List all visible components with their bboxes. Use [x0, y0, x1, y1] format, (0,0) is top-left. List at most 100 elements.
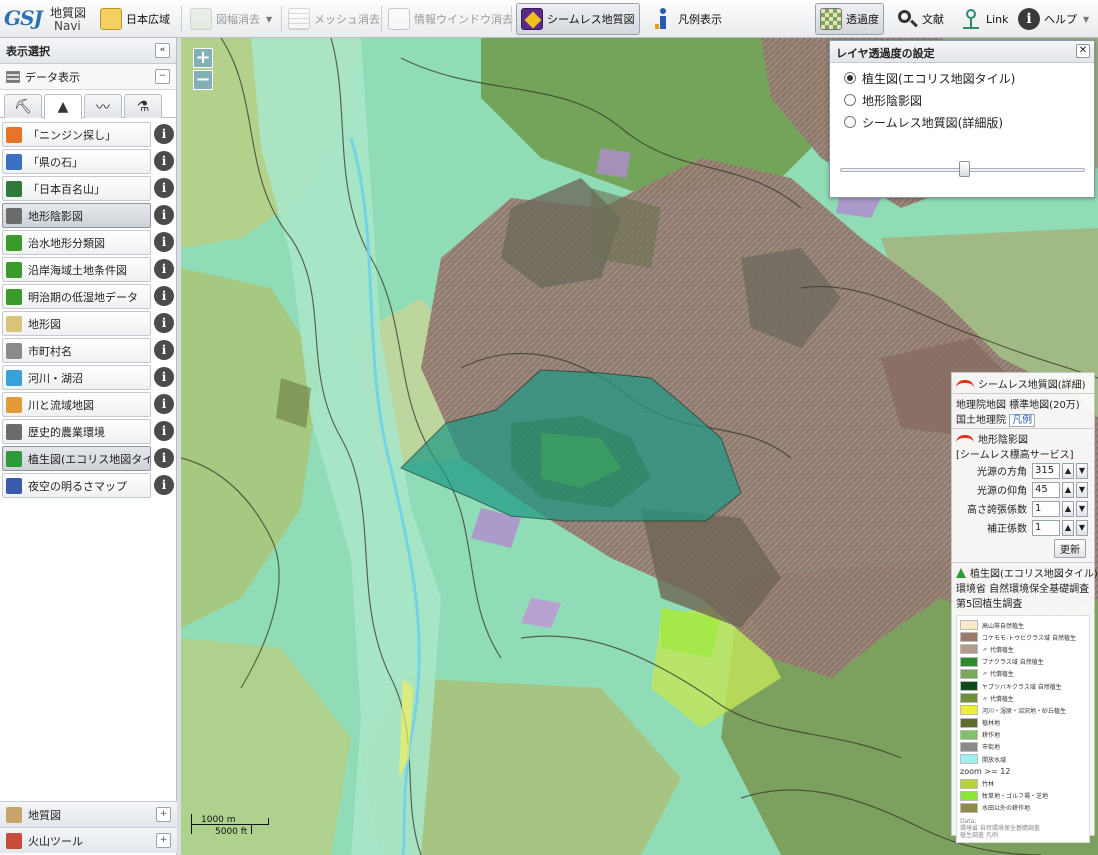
- info-icon[interactable]: i: [154, 151, 174, 171]
- layers-icon: [6, 70, 20, 83]
- info-icon[interactable]: i: [154, 394, 174, 414]
- tab-lab[interactable]: ⚗: [124, 94, 162, 118]
- tab-terrain[interactable]: ▲: [44, 94, 82, 119]
- layer-icon: [6, 396, 22, 413]
- layer-radio-option[interactable]: 地形陰影図: [830, 89, 1094, 111]
- link-button[interactable]: Link: [956, 3, 1013, 35]
- param-input[interactable]: 1: [1032, 500, 1060, 517]
- legend-link[interactable]: 凡例: [1009, 414, 1036, 427]
- layer-item: 植生図(エコリス地図タイル) i: [2, 446, 174, 471]
- collapse-data-display-button[interactable]: −: [155, 69, 170, 84]
- layer-toggle-button[interactable]: 治水地形分類図: [2, 230, 151, 255]
- decrement-arrow-icon[interactable]: ▼: [1076, 519, 1088, 536]
- info-window-erase-button[interactable]: 情報ウインドウ消去: [384, 3, 517, 35]
- layer-label: 市町村名: [28, 344, 72, 358]
- layer-toggle-button[interactable]: 河川・湖沼: [2, 365, 151, 390]
- legend-row: ブナクラス域 自然植生: [960, 656, 1086, 668]
- help-menu-button[interactable]: i ヘルプ ▼: [1014, 3, 1093, 35]
- close-icon[interactable]: ✕: [1076, 44, 1090, 58]
- transparency-icon: [820, 8, 842, 30]
- scale-bar: 1000 m 5000 ft: [191, 814, 281, 844]
- info-icon[interactable]: i: [154, 178, 174, 198]
- layer-toggle-button[interactable]: 沿岸海域土地条件図: [2, 257, 151, 282]
- layer-toggle-button[interactable]: 歴史的農業環境: [2, 419, 151, 444]
- toolbar-separator: [381, 6, 382, 32]
- param-input[interactable]: 315: [1032, 462, 1060, 479]
- sidebar-section-geology[interactable]: 地質図 +: [0, 801, 177, 827]
- info-icon[interactable]: i: [154, 232, 174, 252]
- layer-toggle-button[interactable]: 市町村名: [2, 338, 151, 363]
- opacity-slider-thumb[interactable]: [959, 161, 970, 177]
- top-toolbar: GSJ 地質図 Navi 日本広域 図幅消去 ▼ メッシュ消去 情報ウインドウ消…: [0, 0, 1098, 38]
- expand-geology-button[interactable]: +: [156, 807, 171, 822]
- tab-graph[interactable]: 〰: [84, 94, 122, 118]
- sidebar-section-volcano-tools[interactable]: 火山ツール +: [0, 827, 177, 853]
- increment-arrow-icon[interactable]: ▲: [1062, 481, 1074, 498]
- japan-map-icon: [100, 8, 122, 30]
- legend-swatch: [960, 778, 978, 789]
- layer-toggle-button[interactable]: 明治期の低湿地データ: [2, 284, 151, 309]
- radio-button[interactable]: [844, 72, 856, 84]
- layer-toggle-button[interactable]: 「ニンジン探し」: [2, 122, 151, 147]
- radio-label: 植生図(エコリス地図タイル): [862, 71, 1016, 86]
- info-icon[interactable]: i: [154, 286, 174, 306]
- increment-arrow-icon[interactable]: ▲: [1062, 519, 1074, 536]
- increment-arrow-icon[interactable]: ▲: [1062, 500, 1074, 517]
- radio-button[interactable]: [844, 116, 856, 128]
- layer-toggle-button[interactable]: 川と流域地図: [2, 392, 151, 417]
- param-input[interactable]: 45: [1032, 481, 1060, 498]
- legend-row: 竹林: [960, 777, 1086, 789]
- collapse-sidebar-button[interactable]: «: [155, 43, 170, 58]
- layer-label: 植生図(エコリス地図タイル): [28, 452, 150, 466]
- info-icon[interactable]: i: [154, 340, 174, 360]
- legend-note-line: Data:: [960, 818, 977, 825]
- info-icon[interactable]: i: [154, 124, 174, 144]
- japan-wide-button[interactable]: 日本広域: [96, 3, 174, 35]
- legend-label: zoom >= 12: [960, 766, 1011, 776]
- layer-toggle-button[interactable]: 夜空の明るさマップ: [2, 473, 151, 498]
- radio-button[interactable]: [844, 94, 856, 106]
- chevron-down-icon[interactable]: ▼: [266, 15, 272, 24]
- layer-label: 明治期の低湿地データ: [28, 290, 138, 304]
- layer-toggle-button[interactable]: 地形図: [2, 311, 151, 336]
- info-icon[interactable]: i: [154, 421, 174, 441]
- legend-label: 水田以外の耕作地: [982, 805, 1031, 813]
- info-icon[interactable]: i: [154, 367, 174, 387]
- legend-row: 植林地: [960, 717, 1086, 729]
- erase-sheet-button[interactable]: 図幅消去 ▼: [186, 3, 276, 35]
- seamless-geology-button[interactable]: シームレス地質図: [516, 3, 640, 35]
- layer-toggle-button[interactable]: 植生図(エコリス地図タイル): [2, 446, 151, 471]
- decrement-arrow-icon[interactable]: ▼: [1076, 462, 1088, 479]
- info-icon[interactable]: i: [154, 448, 174, 468]
- legend-label: 河川・湿原・沼沢地・砂丘植生: [982, 707, 1067, 715]
- layer-toggle-button[interactable]: 「日本百名山」: [2, 176, 151, 201]
- zoom-out-button[interactable]: −: [193, 70, 213, 90]
- layer-toggle-button[interactable]: 「県の石」: [2, 149, 151, 174]
- increment-arrow-icon[interactable]: ▲: [1062, 462, 1074, 479]
- app-logo[interactable]: GSJ 地質図 Navi: [4, 2, 92, 36]
- decrement-arrow-icon[interactable]: ▼: [1076, 500, 1088, 517]
- toolbar-separator: [281, 6, 282, 32]
- info-icon[interactable]: i: [154, 475, 174, 495]
- info-icon[interactable]: i: [154, 313, 174, 333]
- info-icon[interactable]: i: [154, 205, 174, 225]
- update-button[interactable]: 更新: [1054, 539, 1086, 558]
- layer-radio-option[interactable]: 植生図(エコリス地図タイル): [830, 67, 1094, 89]
- layer-toggle-button[interactable]: 地形陰影図: [2, 203, 151, 228]
- layer-radio-option[interactable]: シームレス地質図(詳細版): [830, 111, 1094, 133]
- transparency-button[interactable]: 透過度: [815, 3, 884, 35]
- decrement-arrow-icon[interactable]: ▼: [1076, 481, 1088, 498]
- layer-list: 「ニンジン探し」 i 「県の石」 i 「日本百名山」 i 地形陰影図 i 治水地形分類図 i 沿岸海…: [0, 118, 176, 498]
- layer-icon: [6, 207, 22, 224]
- tab-tools[interactable]: ⛏: [4, 94, 42, 118]
- zoom-in-button[interactable]: +: [193, 48, 213, 68]
- legend-swatch: [960, 754, 978, 765]
- literature-button[interactable]: 文献: [892, 3, 948, 35]
- mesh-erase-button[interactable]: メッシュ消去: [284, 3, 384, 35]
- scale-feet-label: 5000 ft: [215, 827, 248, 837]
- legend-row: ヤブツバキクラス域 自然植生: [960, 680, 1086, 692]
- info-icon[interactable]: i: [154, 259, 174, 279]
- legend-display-button[interactable]: 凡例表示: [648, 3, 726, 35]
- param-input[interactable]: 1: [1032, 519, 1060, 536]
- expand-volcano-tools-button[interactable]: +: [156, 833, 171, 848]
